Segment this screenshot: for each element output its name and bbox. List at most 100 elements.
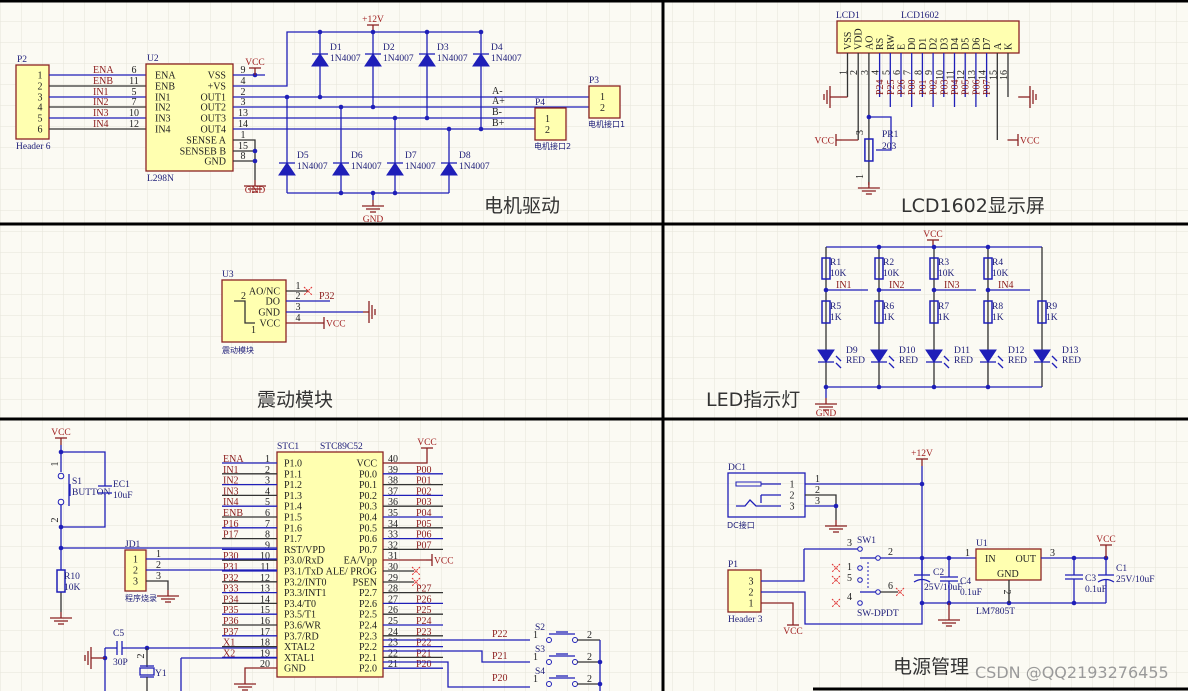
y1-ref: Y1 [155, 669, 167, 679]
p2-ref: P2 [17, 55, 27, 65]
net-label-p32: P32 [319, 291, 335, 302]
mcu-net-label: X1 [223, 638, 235, 649]
pin-number: 2 [38, 82, 43, 93]
mcu-net-label: P32 [223, 573, 239, 584]
pin-number: 5 [38, 114, 43, 125]
power-label: VCC [51, 428, 71, 438]
mcu-pin-label: P3.2/INT0 [284, 577, 327, 588]
ec1-ref: EC1 [113, 480, 130, 490]
pin-number: 2 [600, 103, 605, 114]
junction-dot [876, 244, 882, 250]
lcd-net-label: P25 [886, 79, 897, 95]
mcu-net-label: P01 [416, 476, 432, 487]
mcu-pin-label: P1.6 [284, 523, 302, 534]
mcu-pin-label: VCC [356, 459, 377, 470]
mcu-net-label: P06 [416, 530, 432, 541]
pin-label: IN2 [155, 103, 171, 114]
mcu-pin-label: P0.2 [359, 491, 377, 502]
vcc-label: VCC [783, 627, 803, 637]
pin-number: 3 [855, 130, 866, 135]
diode-value: 1N4007 [405, 162, 436, 172]
mcu-pin-label: P0.0 [359, 469, 377, 480]
lcd-net-label: P03 [939, 79, 950, 95]
lcd-pin-label: A [993, 42, 1004, 50]
mcu-net-label: P26 [416, 594, 432, 605]
mcu-pin-label: P1.2 [284, 480, 302, 491]
lcd-pin-label: K [1004, 42, 1015, 50]
output-net-label: B+ [492, 118, 505, 129]
pin-number: 2 [888, 547, 893, 558]
lcd-pin-label: D0 [907, 38, 918, 50]
pin-number: 1 [790, 480, 795, 491]
diode-ref: D5 [297, 151, 309, 161]
resistor-ref: R8 [992, 302, 1003, 312]
junction-dot [446, 126, 452, 132]
junction-dot [931, 244, 937, 250]
pin-label: ENA [155, 71, 176, 82]
junction-dot [424, 29, 430, 35]
lcd-net-label: P05 [961, 79, 972, 95]
mcu-net-label: P35 [223, 605, 239, 616]
mcu-net-label: IN3 [223, 486, 239, 497]
sw1-name: SW-DPDT [857, 609, 899, 619]
pin-number: 2 [545, 125, 550, 136]
lcd-pin-label: D5 [961, 38, 972, 50]
mcu-pin-label: P1.7 [284, 534, 302, 545]
section-title-power: 电源管理 [893, 656, 969, 678]
net-label: IN2 [93, 97, 109, 108]
mcu-pin-label: PSEN [353, 577, 377, 588]
pin-number: 3 [847, 538, 852, 549]
mcu-net-label: P33 [223, 584, 239, 595]
mcu-net-label: P03 [416, 497, 432, 508]
pin-number: 2 [50, 518, 61, 523]
resistor-ref: R6 [883, 302, 894, 312]
junction-dot [317, 94, 323, 100]
c4-ref: C4 [960, 577, 971, 587]
pin-number: 1 [251, 325, 256, 336]
pin-number: 11 [129, 76, 139, 87]
pin-number: 12 [129, 119, 139, 130]
mcu-net-label: P00 [416, 465, 432, 476]
c2-value: 25V/10uF [924, 583, 963, 593]
u1-ref: U1 [976, 539, 988, 549]
lcd-net-label: P06 [971, 79, 982, 95]
net-label: IN4 [93, 119, 109, 130]
mcu-pin-label: P0.1 [359, 480, 377, 491]
mcu-pin-label: ALE/ PROG [326, 567, 377, 578]
pin-number: 5 [847, 573, 852, 584]
resistor-value: 10K [992, 269, 1009, 279]
c1-value: 25V/10uF [1116, 575, 1155, 585]
mcu-net-label: P31 [223, 562, 239, 573]
lcd-name: LCD1602 [901, 11, 939, 21]
lcd-pin-label: D1 [918, 38, 929, 50]
pin-number: 2 [133, 566, 138, 577]
mcu-pin-label: P0.5 [359, 523, 377, 534]
u1-out-label: OUT [1015, 554, 1036, 565]
mcu-pin-label: P3.4/T0 [284, 599, 316, 610]
mcu-pin-label: XTAL1 [284, 653, 315, 664]
pin-number: 3 [790, 502, 795, 513]
resistor-ref: R9 [1046, 302, 1057, 312]
output-net-label: B- [492, 107, 502, 118]
lcd-net-label: P01 [918, 79, 929, 95]
pin-label: OUT2 [200, 103, 226, 114]
pin-number: 1 [533, 630, 538, 641]
net-label: ENA [93, 65, 114, 76]
p3-name: 电机接口1 [588, 119, 625, 129]
diode-ref: D2 [383, 43, 395, 53]
led-value: RED [1008, 356, 1027, 366]
mcu-net-label: P34 [223, 594, 239, 605]
mcu-net-label: P21 [416, 648, 432, 659]
pin-label: OUT3 [200, 114, 226, 125]
c5-value: 30P [113, 658, 128, 668]
resistor-value: 1K [992, 313, 1004, 323]
p1-name: Header 3 [728, 615, 763, 625]
lcd-ref: LCD1 [836, 11, 860, 21]
mcu-net-label: P17 [223, 530, 239, 541]
mcu-net-label: P24 [416, 616, 432, 627]
pin-label: DO [266, 297, 280, 308]
mcu-pin-label: P3.6/WR [284, 621, 321, 632]
pin-number: 2 [790, 491, 795, 502]
power-label: +12V [362, 15, 384, 25]
diode-ref: D7 [405, 151, 417, 161]
